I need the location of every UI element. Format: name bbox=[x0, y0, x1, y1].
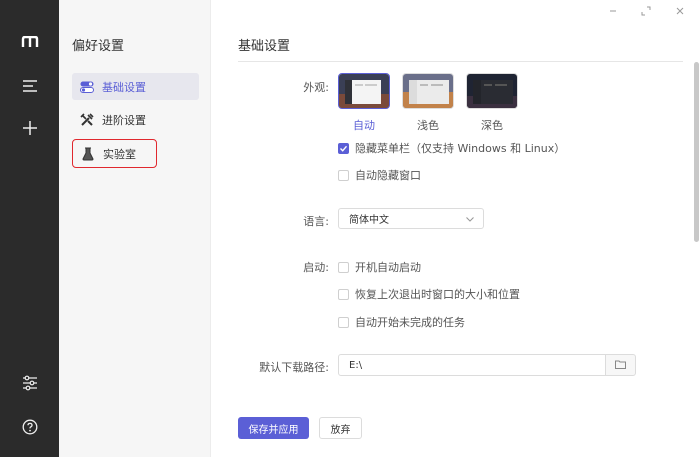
add-task-icon[interactable] bbox=[0, 114, 59, 142]
maximize-icon[interactable] bbox=[637, 2, 655, 20]
auto-hide-window-label: 自动隐藏窗口 bbox=[355, 169, 421, 182]
launch-at-login-checkbox[interactable] bbox=[338, 261, 349, 273]
browse-folder-button[interactable] bbox=[605, 354, 636, 376]
theme-dark-label[interactable]: 深色 bbox=[466, 117, 518, 133]
minimize-icon[interactable] bbox=[604, 2, 622, 20]
theme-auto-preview[interactable] bbox=[338, 73, 390, 109]
download-path-label: 默认下载路径: bbox=[259, 361, 329, 374]
sidebar-item-lab[interactable]: 实验室 bbox=[72, 139, 157, 168]
sidebar-item-label: 基础设置 bbox=[102, 80, 146, 94]
startup-label: 启动: bbox=[303, 261, 329, 274]
app-rail bbox=[0, 0, 59, 457]
folder-icon bbox=[615, 359, 626, 372]
resume-tasks-option[interactable]: 自动开始未完成的任务 bbox=[338, 314, 465, 330]
sidebar-title: 偏好设置 bbox=[72, 39, 125, 54]
language-value: 简体中文 bbox=[349, 215, 389, 226]
language-label: 语言: bbox=[303, 215, 329, 228]
hide-menubar-label: 隐藏菜单栏（仅支持 Windows 和 Linux） bbox=[355, 142, 566, 155]
restore-window-checkbox[interactable] bbox=[338, 288, 349, 300]
tools-icon bbox=[80, 112, 94, 127]
resume-tasks-checkbox[interactable] bbox=[338, 316, 349, 328]
launch-at-login-option[interactable]: 开机自动启动 bbox=[338, 259, 421, 275]
appearance-label: 外观: bbox=[303, 81, 329, 94]
language-select[interactable]: 简体中文 bbox=[338, 208, 484, 229]
hide-menubar-checkbox[interactable] bbox=[338, 142, 349, 154]
chevron-down-icon bbox=[465, 214, 475, 227]
restore-window-label: 恢复上次退出时窗口的大小和位置 bbox=[355, 288, 520, 301]
auto-hide-window-checkbox[interactable] bbox=[338, 169, 349, 181]
task-list-icon[interactable] bbox=[0, 72, 59, 100]
discard-button[interactable]: 放弃 bbox=[319, 417, 362, 439]
preferences-sliders-icon[interactable] bbox=[0, 369, 59, 397]
help-icon[interactable] bbox=[0, 413, 59, 441]
scrollbar-thumb[interactable] bbox=[694, 62, 699, 242]
theme-light-label[interactable]: 浅色 bbox=[402, 117, 454, 133]
resume-tasks-label: 自动开始未完成的任务 bbox=[355, 316, 465, 329]
launch-at-login-label: 开机自动启动 bbox=[355, 261, 421, 274]
theme-light-preview[interactable] bbox=[402, 73, 454, 109]
close-icon[interactable] bbox=[671, 2, 689, 20]
auto-hide-window-option[interactable]: 自动隐藏窗口 bbox=[338, 167, 421, 183]
theme-auto-label[interactable]: 自动 bbox=[338, 117, 390, 133]
download-path-value: E:\ bbox=[349, 359, 363, 371]
app-logo-icon bbox=[0, 28, 59, 56]
preferences-sidebar: 偏好设置 基础设置 进阶设置 实验室 bbox=[59, 0, 211, 457]
theme-dark-preview[interactable] bbox=[466, 73, 518, 109]
sidebar-item-label: 实验室 bbox=[103, 147, 136, 161]
title-divider bbox=[238, 61, 683, 62]
flask-icon bbox=[81, 147, 95, 161]
download-path-input[interactable]: E:\ bbox=[338, 354, 606, 376]
settings-panel: 基础设置 外观: 自动 浅色 深色 隐藏菜单栏（仅支持 Windows 和 Li… bbox=[211, 0, 700, 457]
restore-window-option[interactable]: 恢复上次退出时窗口的大小和位置 bbox=[338, 286, 520, 302]
sidebar-item-label: 进阶设置 bbox=[102, 113, 146, 127]
sidebar-item-basic[interactable]: 基础设置 bbox=[72, 73, 199, 100]
sidebar-item-advanced[interactable]: 进阶设置 bbox=[72, 106, 199, 133]
toggle-settings-icon bbox=[80, 80, 94, 94]
hide-menubar-option[interactable]: 隐藏菜单栏（仅支持 Windows 和 Linux） bbox=[338, 140, 565, 156]
page-title: 基础设置 bbox=[238, 39, 291, 54]
save-apply-button[interactable]: 保存并应用 bbox=[238, 417, 309, 439]
